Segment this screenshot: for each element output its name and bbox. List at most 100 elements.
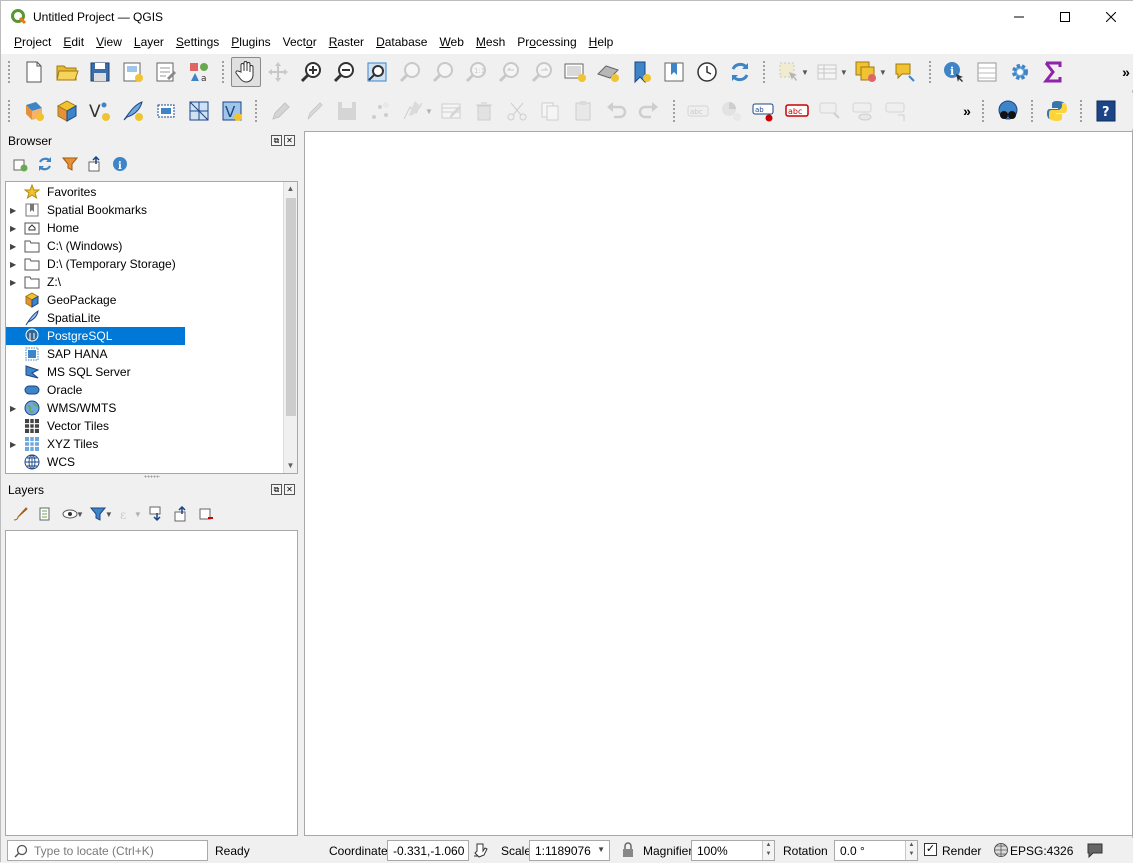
zoom-full-button[interactable] <box>360 56 393 88</box>
browser-scrollbar[interactable]: ▲ ▼ <box>283 182 297 473</box>
scroll-thumb[interactable] <box>286 198 296 416</box>
new-project-button[interactable] <box>17 56 50 88</box>
new-map-view-button[interactable] <box>558 56 591 88</box>
new-3d-map-view-button[interactable] <box>591 56 624 88</box>
filter-browser-button[interactable] <box>57 153 82 175</box>
measure-line-button[interactable] <box>971 56 1004 88</box>
menu-database[interactable]: Database <box>370 32 433 54</box>
zoom-to-selection-button[interactable] <box>393 56 426 88</box>
messages-speech-icon[interactable] <box>1086 842 1104 858</box>
identify-features-button[interactable]: i <box>938 56 971 88</box>
select-features-button[interactable] <box>772 56 805 88</box>
float-panel-icon[interactable]: ⧉ <box>271 484 282 495</box>
new-print-layout-button[interactable] <box>116 56 149 88</box>
pin-unpin-labels-button[interactable]: ab <box>748 95 781 127</box>
digitize-point-button[interactable] <box>363 95 396 127</box>
toolbar-grip[interactable] <box>981 99 985 123</box>
scroll-down-icon[interactable]: ▼ <box>284 459 297 473</box>
layout-manager-button[interactable] <box>149 56 182 88</box>
menu-vector[interactable]: Vector <box>277 32 323 54</box>
new-spatial-bookmark-button[interactable] <box>624 56 657 88</box>
undo-button[interactable] <box>600 95 633 127</box>
menu-edit[interactable]: Edit <box>57 32 90 54</box>
deselect-features-button[interactable] <box>850 56 883 88</box>
rotation-spinbox[interactable]: 0.0 ° ▲ ▼ <box>834 840 918 861</box>
redo-button[interactable] <box>633 95 666 127</box>
new-temporary-layer-button[interactable]: V <box>215 95 248 127</box>
new-geopackage-layer-button[interactable] <box>50 95 83 127</box>
toolbar-grip[interactable] <box>927 60 932 84</box>
chevron-down-icon[interactable]: ▼ <box>105 510 113 519</box>
zoom-last-button[interactable] <box>492 56 525 88</box>
chevron-down-icon[interactable]: ▼ <box>134 510 142 519</box>
toolbar-grip[interactable] <box>1030 99 1034 123</box>
new-mesh-layer-button[interactable] <box>182 95 215 127</box>
browser-item-ms-sql-server[interactable]: MS SQL Server <box>6 363 286 381</box>
show-hide-labels-button[interactable] <box>847 95 880 127</box>
magnifier-spinbox[interactable]: 100% ▲ ▼ <box>691 840 775 861</box>
spin-arrows-icon[interactable]: ▲ ▼ <box>905 841 917 860</box>
zoom-in-button[interactable] <box>294 56 327 88</box>
scroll-up-icon[interactable]: ▲ <box>284 182 297 196</box>
panel-splitter[interactable] <box>144 475 160 478</box>
expand-arrow-icon[interactable]: ▶ <box>10 260 16 269</box>
save-layer-edits-button[interactable] <box>330 95 363 127</box>
expand-arrow-icon[interactable]: ▶ <box>10 206 16 215</box>
toolbar-grip[interactable] <box>671 99 676 123</box>
menu-help[interactable]: Help <box>583 32 620 54</box>
toolbar-grip[interactable] <box>7 60 11 84</box>
float-panel-icon[interactable]: ⧉ <box>271 135 282 146</box>
open-layer-styling-button[interactable] <box>7 503 32 525</box>
menu-plugins[interactable]: Plugins <box>225 32 276 54</box>
layer-labeling-options-button[interactable]: abc <box>682 95 715 127</box>
processing-toolbox-button[interactable] <box>1004 56 1037 88</box>
close-button[interactable] <box>1088 1 1133 32</box>
menu-processing[interactable]: Processing <box>511 32 582 54</box>
pan-map-button[interactable] <box>231 57 261 87</box>
modify-attributes-button[interactable] <box>435 95 468 127</box>
browser-item-spatialite[interactable]: SpatiaLite <box>6 309 286 327</box>
expand-arrow-icon[interactable]: ▶ <box>10 224 16 233</box>
browser-item-postgresql[interactable]: PostgreSQL <box>6 327 185 345</box>
chevron-down-icon[interactable]: ▼ <box>597 845 605 854</box>
pan-to-selection-button[interactable] <box>261 56 294 88</box>
toolbar-grip[interactable] <box>1079 99 1083 123</box>
python-console-button[interactable] <box>1040 95 1073 127</box>
browser-item-sap-hana[interactable]: SAP HANA <box>6 345 286 363</box>
add-group-button[interactable] <box>32 503 57 525</box>
coordinate-field[interactable]: -0.331,-1.060 <box>387 840 469 861</box>
plugin-button[interactable] <box>991 95 1024 127</box>
new-shapefile-layer-button[interactable]: V <box>83 95 116 127</box>
rotate-label-button[interactable] <box>880 95 913 127</box>
browser-item-home[interactable]: ▶ Home <box>6 219 286 237</box>
help-contents-button[interactable]: ? <box>1089 95 1122 127</box>
toolbar-overflow-button[interactable]: » <box>959 103 975 119</box>
layers-tree[interactable] <box>5 530 298 836</box>
browser-item-c-windows[interactable]: ▶ C:\ (Windows) <box>6 237 286 255</box>
browser-item-d-temporary-storage[interactable]: ▶ D:\ (Temporary Storage) <box>6 255 286 273</box>
paste-features-button[interactable] <box>567 95 600 127</box>
expand-arrow-icon[interactable]: ▶ <box>10 440 16 449</box>
cut-features-button[interactable] <box>501 95 534 127</box>
toolbar-grip[interactable] <box>762 60 766 84</box>
lock-scale-icon[interactable] <box>621 842 635 858</box>
browser-item-favorites[interactable]: Favorites <box>6 183 286 201</box>
new-spatialite-layer-button[interactable] <box>116 95 149 127</box>
chevron-down-icon[interactable]: ▼ <box>76 510 84 519</box>
map-canvas[interactable] <box>304 131 1133 836</box>
expand-arrow-icon[interactable]: ▶ <box>10 242 16 251</box>
zoom-native-resolution-button[interactable]: 1:1 <box>459 56 492 88</box>
refresh-browser-button[interactable] <box>32 153 57 175</box>
statistical-summary-button[interactable] <box>1037 56 1070 88</box>
copy-features-button[interactable] <box>534 95 567 127</box>
close-panel-icon[interactable]: ✕ <box>284 484 295 495</box>
minimize-button[interactable] <box>996 1 1042 32</box>
browser-item-spatial-bookmarks[interactable]: ▶ Spatial Bookmarks <box>6 201 286 219</box>
browser-item-wms-wmts[interactable]: ▶ WMS/WMTS <box>6 399 286 417</box>
browser-item-xyz-tiles[interactable]: ▶ XYZ Tiles <box>6 435 286 453</box>
current-edits-button[interactable] <box>264 95 297 127</box>
menu-view[interactable]: View <box>90 32 128 54</box>
properties-button[interactable]: i <box>107 153 132 175</box>
spin-arrows-icon[interactable]: ▲ ▼ <box>762 841 774 860</box>
toggle-extents-mouse-icon[interactable] <box>473 842 489 858</box>
